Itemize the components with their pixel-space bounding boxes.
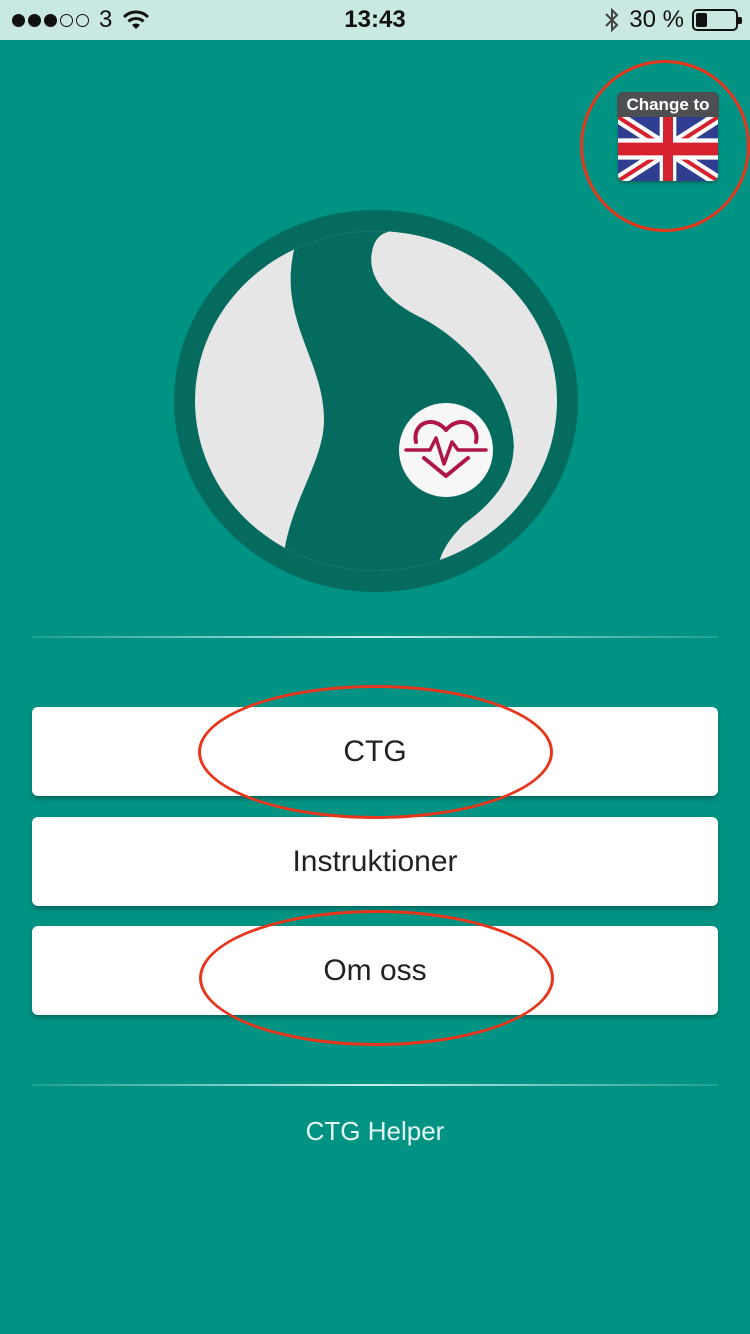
carrier-name: 3 xyxy=(99,6,113,33)
change-language-label: Change to xyxy=(617,92,719,117)
about-us-button-label: Om oss xyxy=(323,953,427,987)
signal-dot xyxy=(44,13,57,27)
ctg-button[interactable]: CTG xyxy=(32,707,718,796)
signal-dots-icon xyxy=(12,13,89,27)
divider-bottom xyxy=(32,1084,718,1086)
wifi-icon xyxy=(123,10,150,29)
change-language-button[interactable]: Change to xyxy=(617,92,719,184)
instructions-button-label: Instruktioner xyxy=(292,844,458,878)
status-right: 30 % xyxy=(603,5,742,35)
divider-top xyxy=(32,636,718,638)
signal-dot xyxy=(12,13,25,27)
pregnant-woman-heartbeat-logo xyxy=(174,210,578,592)
status-left: 3 xyxy=(12,5,150,35)
heartbeat-icon xyxy=(399,403,493,497)
signal-dot xyxy=(76,13,89,27)
instructions-button[interactable]: Instruktioner xyxy=(32,817,718,906)
status-bar: 3 13:43 30 % xyxy=(0,0,750,40)
ctg-button-label: CTG xyxy=(343,734,407,768)
signal-dot xyxy=(28,13,41,27)
app-name-footer: CTG Helper xyxy=(305,1116,445,1146)
bluetooth-icon xyxy=(605,7,619,33)
signal-dot xyxy=(60,13,73,27)
battery-icon xyxy=(692,9,742,31)
about-us-button[interactable]: Om oss xyxy=(32,926,718,1015)
battery-percent: 30 % xyxy=(629,6,684,33)
battery-fill xyxy=(696,13,708,27)
uk-flag-icon xyxy=(618,117,718,181)
